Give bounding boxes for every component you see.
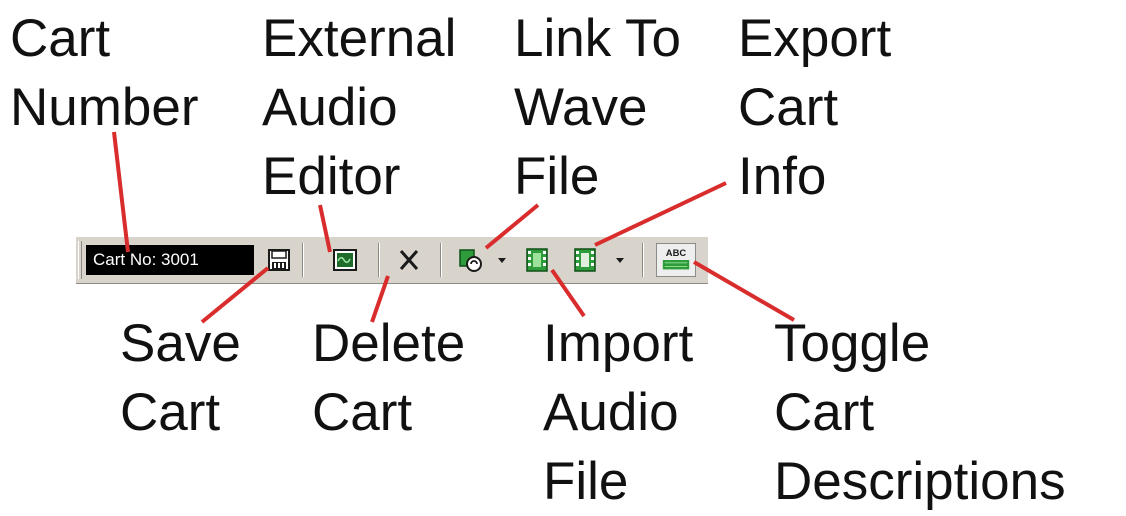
callout-pointers — [112, 131, 796, 324]
pointer-export-cart-info — [594, 181, 727, 247]
pointer-link-to-wave-file — [484, 203, 540, 250]
pointer-save-cart — [200, 266, 270, 324]
pointer-delete-cart — [370, 275, 390, 323]
pointer-toggle-cart-descriptions — [692, 260, 796, 322]
pointer-import-audio-file — [550, 268, 586, 318]
pointer-external-audio-editor — [318, 204, 332, 253]
pointer-cart-number — [112, 131, 130, 253]
